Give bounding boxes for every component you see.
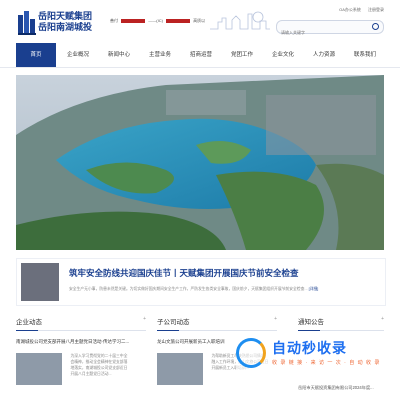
watermark-subtext: 收 录 链 接 · 来 访 一 次 · 自 动 收 录 (272, 360, 381, 366)
tagline-suffix: 高质以 (193, 18, 206, 23)
brand-line-2: 岳阳南湖城投 (38, 22, 93, 32)
enterprise-news-title: 企业动态 + (16, 316, 146, 331)
watermark-text: 自动秒收录 (272, 340, 347, 356)
tagline: 善付 ——(IC) 高质以 (110, 18, 205, 24)
enterprise-news-summary: 为深入学习贯彻党的二十届三中全会精神，推动全会精神在党支部落地落实，南湖城投公司… (70, 354, 128, 376)
search-box (276, 20, 384, 39)
news-highlight[interactable]: 筑牢安全防线共迎国庆佳节丨天赋集团开展国庆节前安全检查 安全生产无小事，防患未然… (16, 258, 386, 306)
news-highlight-more-link[interactable]: [详细] (309, 287, 319, 291)
title-underline (16, 330, 38, 331)
nav-news[interactable]: 新闻中心 (99, 43, 139, 67)
main-nav: 首页 企业概况 新闻中心 主营业务 招商运营 党团工作 企业文化 人力资源 联系… (0, 43, 400, 68)
enterprise-news-column: 企业动态 + 南湖城投公司党支部开展八月主题党日活动·传达学习二... 为深入学… (16, 316, 146, 385)
nav-business[interactable]: 主营业务 (140, 43, 180, 67)
subsidiary-news-more-link[interactable]: + (274, 316, 277, 322)
subsidiary-news-title: 子公司动态 + (157, 316, 277, 331)
subsidiary-news-thumbnail[interactable] (157, 353, 203, 385)
tagline-highlight (121, 18, 146, 23)
news-highlight-desc: 安全生产无小事，防患未然是关键。为切实做好国庆期间安全生产工作，严防发生各类安全… (69, 286, 369, 292)
tagline-prefix: 善付 (110, 18, 118, 23)
enterprise-news-more-link[interactable]: + (143, 316, 146, 322)
brand-line-1: 岳阳天赋集团 (38, 11, 93, 21)
nav-about[interactable]: 企业概况 (58, 43, 98, 67)
news-highlight-title[interactable]: 筑牢安全防线共迎国庆佳节丨天赋集团开展国庆节前安全检查 (69, 267, 299, 279)
watermark-logo-icon (236, 338, 266, 368)
site-header: 岳阳天赋集团 岳阳南湖城投 善付 ——(IC) 高质以 OA办公系统 注册登录 (0, 0, 400, 40)
tagline-highlight-2 (166, 18, 191, 23)
city-skyline-icon (210, 11, 270, 30)
title-underline (157, 330, 179, 331)
oa-link[interactable]: OA办公系统 (339, 7, 361, 12)
brand-name[interactable]: 岳阳天赋集团 岳阳南湖城投 (38, 11, 92, 33)
search-input[interactable] (277, 26, 369, 39)
enterprise-news-title-text: 企业动态 (16, 319, 42, 326)
enterprise-news-thumbnail[interactable] (16, 353, 62, 385)
nav-contact[interactable]: 联系我们 (345, 43, 385, 67)
notice-title: 通知公告 + (298, 316, 384, 331)
search-icon[interactable] (372, 23, 379, 30)
top-links: OA办公系统 注册登录 (333, 7, 384, 13)
news-highlight-thumbnail[interactable] (21, 263, 59, 301)
banner-image[interactable] (16, 75, 384, 250)
notice-item[interactable]: 岳阳市天赋投资集团有限公司2024年度... (298, 385, 384, 391)
watermark-overlay: 自动秒收录 收 录 链 接 · 来 访 一 次 · 自 动 收 录 (236, 334, 386, 374)
subsidiary-news-title-text: 子公司动态 (157, 319, 190, 326)
notice-more-link[interactable]: + (381, 316, 384, 322)
enterprise-news-headline[interactable]: 南湖城投公司党支部开展八月主题党日活动·传达学习二... (16, 339, 146, 345)
nav-culture[interactable]: 企业文化 (263, 43, 303, 67)
title-underline (298, 330, 320, 331)
nav-hr[interactable]: 人力资源 (304, 43, 344, 67)
nav-party[interactable]: 党团工作 (222, 43, 262, 67)
notice-title-text: 通知公告 (298, 319, 324, 326)
nav-investment[interactable]: 招商运营 (181, 43, 221, 67)
tagline-middle: ——(IC) (148, 18, 163, 23)
nav-home[interactable]: 首页 (16, 43, 56, 67)
login-link[interactable]: 注册登录 (368, 7, 384, 12)
news-highlight-desc-text: 安全生产无小事，防患未然是关键。为切实做好国庆期间安全生产工作，严防发生各类安全… (69, 287, 308, 291)
